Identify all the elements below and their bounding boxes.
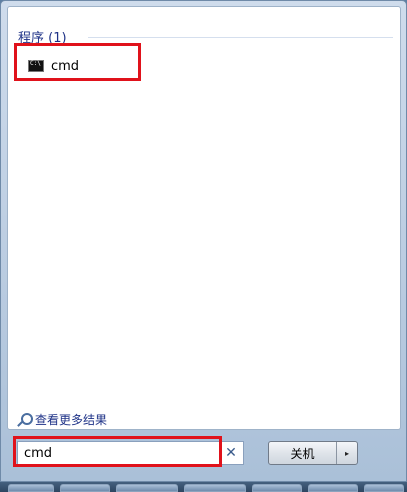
result-item-cmd[interactable]: C:\ cmd [18, 54, 148, 78]
group-divider [88, 37, 393, 38]
search-box[interactable]: ✕ [17, 441, 244, 465]
see-more-label: 查看更多结果 [35, 413, 108, 427]
shutdown-button-group: 关机 ▸ [268, 441, 358, 465]
taskbar-button[interactable] [60, 484, 110, 492]
search-input[interactable] [18, 442, 222, 464]
group-header-programs: 程序 (1) [18, 31, 67, 46]
cmd-console-icon: C:\ [28, 60, 44, 72]
taskbar-button[interactable] [364, 484, 404, 492]
taskbar-button[interactable] [252, 484, 302, 492]
result-item-label: cmd [51, 58, 80, 74]
taskbar-button[interactable] [184, 484, 246, 492]
taskbar-button[interactable] [116, 484, 178, 492]
shutdown-options-arrow-icon[interactable]: ▸ [337, 442, 357, 464]
search-icon [18, 413, 33, 426]
shutdown-button[interactable]: 关机 [269, 442, 337, 464]
see-more-results-link[interactable]: 查看更多结果 [18, 411, 107, 428]
taskbar-button[interactable] [8, 484, 54, 492]
taskbar-button[interactable] [308, 484, 358, 492]
start-menu: 程序 (1) C:\ cmd 查看更多结果 ✕ 关机 ▸ [0, 0, 407, 482]
close-icon[interactable]: ✕ [222, 444, 240, 462]
search-results-panel: 程序 (1) C:\ cmd 查看更多结果 [7, 6, 401, 430]
